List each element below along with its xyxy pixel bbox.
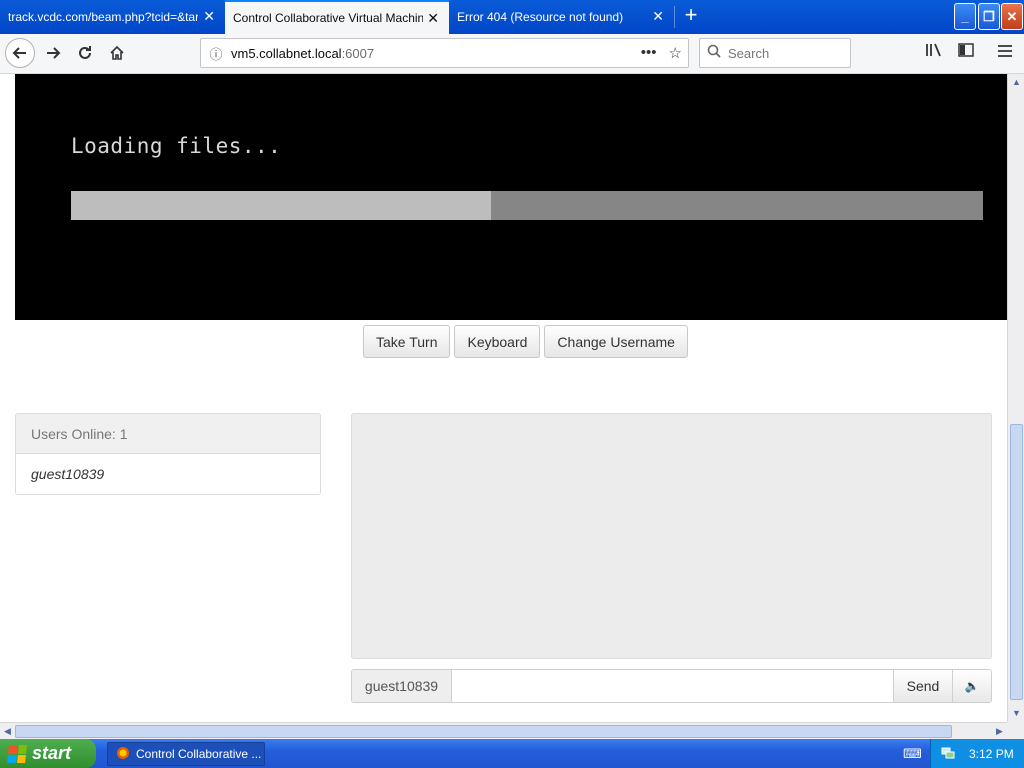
window-minimize-button[interactable]: _ <box>954 3 976 30</box>
page-actions-menu-icon[interactable]: ••• <box>641 44 657 62</box>
vm-loading-text: Loading files... <box>71 134 282 158</box>
home-icon[interactable] <box>102 38 132 68</box>
vm-loading-progress-fill <box>71 191 491 220</box>
tab-error-404[interactable]: Error 404 (Resource not found) ✕ <box>449 0 674 34</box>
tab-title: Control Collaborative Virtual Machines! <box>233 11 423 25</box>
take-turn-button[interactable]: Take Turn <box>363 325 451 358</box>
chat-message-input[interactable] <box>452 670 893 702</box>
tab-control-collaborative[interactable]: Control Collaborative Virtual Machines! … <box>225 0 449 34</box>
vertical-scrollbar[interactable]: ▲ ▼ <box>1007 74 1024 722</box>
url-actions: ••• ☆ <box>641 44 682 62</box>
keyboard-layout-icon[interactable]: ⌨ <box>903 746 922 762</box>
vm-control-buttons: Take Turn Keyboard Change Username <box>363 325 688 358</box>
windows-taskbar: start Control Collaborative ... ⌨ 3:12 P… <box>0 739 1024 768</box>
page-content: Loading files... Take Turn Keyboard Chan… <box>0 74 1007 722</box>
change-username-button[interactable]: Change Username <box>544 325 688 358</box>
desktop-screen: track.vcdc.com/beam.php?tcid=&targ ✕ Con… <box>0 0 1024 768</box>
clock[interactable]: 3:12 PM <box>969 747 1014 761</box>
horizontal-scroll-thumb[interactable] <box>15 725 952 738</box>
scroll-up-arrow-icon[interactable]: ▲ <box>1009 75 1024 90</box>
tab-close-icon[interactable]: ✕ <box>652 9 664 23</box>
windows-logo-icon <box>7 744 27 763</box>
users-online-header: Users Online: 1 <box>16 414 320 454</box>
chat-messages-area[interactable] <box>351 413 992 659</box>
users-online-panel: Users Online: 1 guest10839 <box>15 413 321 495</box>
new-tab-plus-icon[interactable]: + <box>680 4 702 27</box>
search-icon <box>700 44 728 62</box>
vm-display-canvas[interactable]: Loading files... <box>15 74 1007 320</box>
reload-icon[interactable] <box>70 38 100 68</box>
vm-loading-progress-bar <box>71 191 983 220</box>
site-info-icon[interactable]: ⓘ <box>201 44 231 63</box>
tab-title: Error 404 (Resource not found) <box>457 10 624 24</box>
scroll-right-arrow-icon[interactable]: ▶ <box>992 724 1007 739</box>
hamburger-menu-icon[interactable] <box>994 42 1016 64</box>
library-icon[interactable] <box>923 42 945 64</box>
send-button[interactable]: Send <box>893 670 952 702</box>
sidebar-toggle-icon[interactable] <box>955 42 977 64</box>
tab-close-icon[interactable]: ✕ <box>203 9 215 23</box>
start-label: start <box>32 743 72 763</box>
taskbar-window-label: Control Collaborative ... <box>136 747 262 761</box>
back-arrow-icon[interactable] <box>5 38 35 68</box>
network-tray-icon[interactable] <box>941 745 955 762</box>
tab-track-vcdc[interactable]: track.vcdc.com/beam.php?tcid=&targ ✕ <box>0 0 225 34</box>
sound-toggle-icon[interactable]: 🔈 <box>952 670 991 702</box>
search-placeholder: Search <box>728 45 770 61</box>
user-list-item: guest10839 <box>31 466 105 482</box>
forward-arrow-icon[interactable] <box>38 38 68 68</box>
tab-close-icon[interactable]: ✕ <box>427 11 439 25</box>
horizontal-scrollbar[interactable]: ◀ ▶ <box>0 722 1007 739</box>
vertical-scroll-thumb[interactable] <box>1010 424 1023 700</box>
system-tray: 3:12 PM <box>930 739 1024 768</box>
chat-input-group: guest10839 Send 🔈 <box>351 669 992 703</box>
url-text[interactable]: vm5.collabnet.local:6007 <box>231 46 374 61</box>
url-bar[interactable]: ⓘ vm5.collabnet.local:6007 ••• ☆ <box>200 38 689 68</box>
window-maximize-button[interactable]: ❐ <box>978 3 1000 30</box>
navigation-toolbar: ⓘ vm5.collabnet.local:6007 ••• ☆ Search <box>0 34 1024 74</box>
search-bar[interactable]: Search <box>699 38 851 68</box>
window-close-button[interactable]: ✕ <box>1001 3 1023 30</box>
taskbar-window-item[interactable]: Control Collaborative ... <box>107 742 265 766</box>
tab-title: track.vcdc.com/beam.php?tcid=&targ <box>8 10 198 24</box>
scroll-left-arrow-icon[interactable]: ◀ <box>0 724 15 739</box>
browser-tab-strip: track.vcdc.com/beam.php?tcid=&targ ✕ Con… <box>0 0 1024 34</box>
start-button[interactable]: start <box>0 739 96 768</box>
url-host: vm5.collabnet.local <box>231 45 342 61</box>
scrollbar-corner <box>1007 722 1024 739</box>
bookmark-star-icon[interactable]: ☆ <box>669 44 682 62</box>
tab-separator <box>674 6 675 28</box>
keyboard-button[interactable]: Keyboard <box>454 325 541 358</box>
scroll-down-arrow-icon[interactable]: ▼ <box>1009 706 1024 721</box>
chat-username-label: guest10839 <box>352 670 452 702</box>
url-port: :6007 <box>341 45 375 61</box>
firefox-app-icon <box>116 746 130 763</box>
